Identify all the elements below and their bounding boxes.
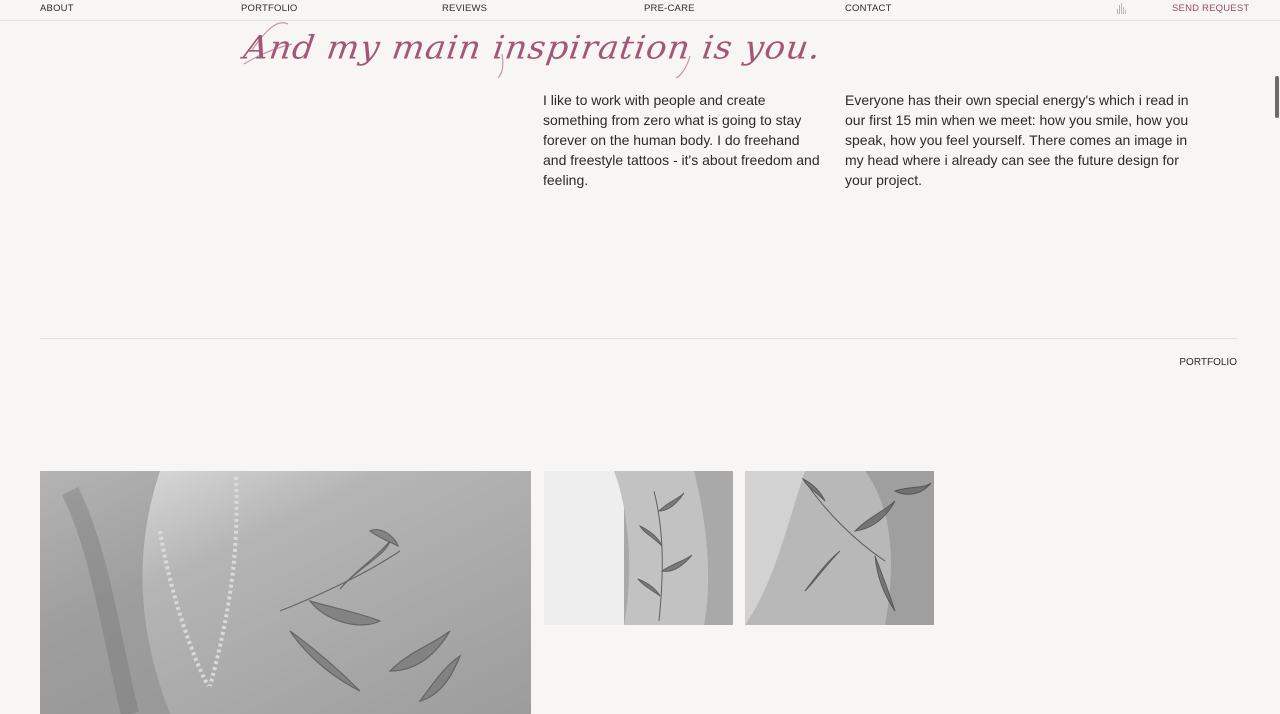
portfolio-photo-arm-tattoo[interactable] [544,471,733,625]
intro-paragraph-right: Everyone has their own special energy's … [845,92,1189,188]
script-heading-text: And my main inspiration is you. [241,29,824,67]
nav-link-precare[interactable]: PRE-CARE [644,3,695,14]
scrollbar-thumb[interactable] [1275,76,1279,118]
portfolio-photo-shoulder-tattoo[interactable] [745,471,934,625]
nav-link-portfolio[interactable]: PORTFOLIO [241,3,298,14]
page: ABOUT PORTFOLIO REVIEWS PRE-CARE CONTACT… [0,0,1280,714]
page-scrollbar[interactable] [1272,0,1280,714]
portfolio-photo-chest-tattoo[interactable] [40,471,531,714]
section-divider [40,338,1237,339]
nav-link-about[interactable]: ABOUT [40,3,74,14]
nav-link-contact[interactable]: CONTACT [845,3,892,14]
intro-paragraph-left: I like to work with people and create so… [543,92,820,188]
portfolio-section-label: PORTFOLIO [1179,357,1237,368]
script-heading: And my main inspiration is you. [240,14,824,84]
sound-wave-icon[interactable] [1116,3,1130,14]
nav-link-reviews[interactable]: REVIEWS [442,3,487,14]
send-request-link[interactable]: SEND REQUEST [1172,3,1249,14]
